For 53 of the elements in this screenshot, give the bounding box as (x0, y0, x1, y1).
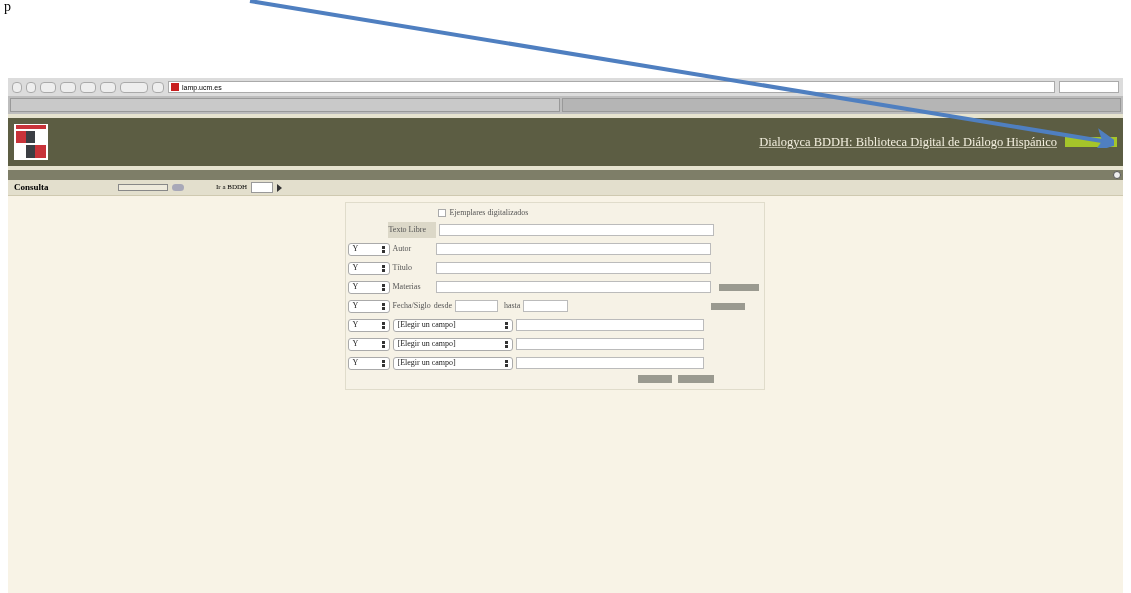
index-button[interactable] (711, 302, 746, 310)
browser-tab[interactable] (10, 98, 560, 112)
operator-select[interactable]: Y (347, 356, 390, 370)
info-icon (1113, 171, 1121, 179)
toolbar-button[interactable] (80, 81, 96, 93)
from-label: desde (433, 300, 452, 312)
section-title: Consulta (14, 180, 50, 194)
index-button[interactable] (718, 283, 759, 291)
field-label: Texto Libre (387, 222, 436, 238)
field-label: Fecha/Siglo (392, 300, 431, 312)
text-field[interactable] (438, 224, 714, 236)
operator-select[interactable]: Y (347, 242, 390, 256)
search-button[interactable] (637, 375, 672, 383)
operator-select[interactable]: Y (347, 318, 390, 332)
text-field[interactable] (435, 262, 711, 274)
field-select[interactable]: [Elegir un campo] (392, 318, 513, 332)
clear-button[interactable] (677, 375, 714, 383)
field-label: Título (392, 262, 414, 274)
checkbox[interactable] (437, 209, 446, 217)
access-button[interactable] (1065, 137, 1117, 147)
checkbox-label: Ejemplares digitalizados (449, 207, 529, 219)
site-title: Dialogyca BDDH: Biblioteca Digital de Diálogo Hispánico (759, 133, 1057, 151)
pager-icon[interactable] (118, 184, 168, 191)
text-field[interactable] (435, 281, 711, 293)
forward-button[interactable] (26, 81, 36, 93)
goto-field[interactable] (251, 182, 274, 193)
print-button[interactable] (100, 81, 116, 93)
operator-select[interactable]: Y (347, 337, 390, 351)
operator-select[interactable]: Y (347, 280, 390, 294)
text-field[interactable] (435, 243, 711, 255)
browser-tab[interactable] (562, 98, 1121, 112)
operator-select[interactable]: Y (347, 261, 390, 275)
text-field[interactable] (523, 300, 569, 312)
add-button[interactable] (152, 81, 164, 93)
back-button[interactable] (12, 81, 22, 93)
search-field[interactable] (1059, 81, 1119, 93)
toolbar-button[interactable] (120, 81, 148, 93)
toolbar-button[interactable] (40, 81, 56, 93)
text-field[interactable] (454, 300, 498, 312)
field-label: Autor (392, 243, 413, 255)
text-field[interactable] (515, 357, 704, 369)
go-arrow-icon[interactable] (277, 183, 283, 192)
operator-select[interactable]: Y (347, 299, 390, 313)
toolbar-button[interactable] (60, 81, 76, 93)
to-label: hasta (503, 300, 521, 312)
field-select[interactable]: [Elegir un campo] (392, 337, 513, 351)
document-text: p (4, 0, 12, 14)
text-field[interactable] (515, 319, 704, 331)
site-icon (171, 83, 179, 91)
field-select[interactable]: [Elegir un campo] (392, 356, 513, 370)
text-field[interactable] (515, 338, 704, 350)
field-label: Materias (392, 281, 422, 293)
logo-icon (14, 124, 48, 160)
